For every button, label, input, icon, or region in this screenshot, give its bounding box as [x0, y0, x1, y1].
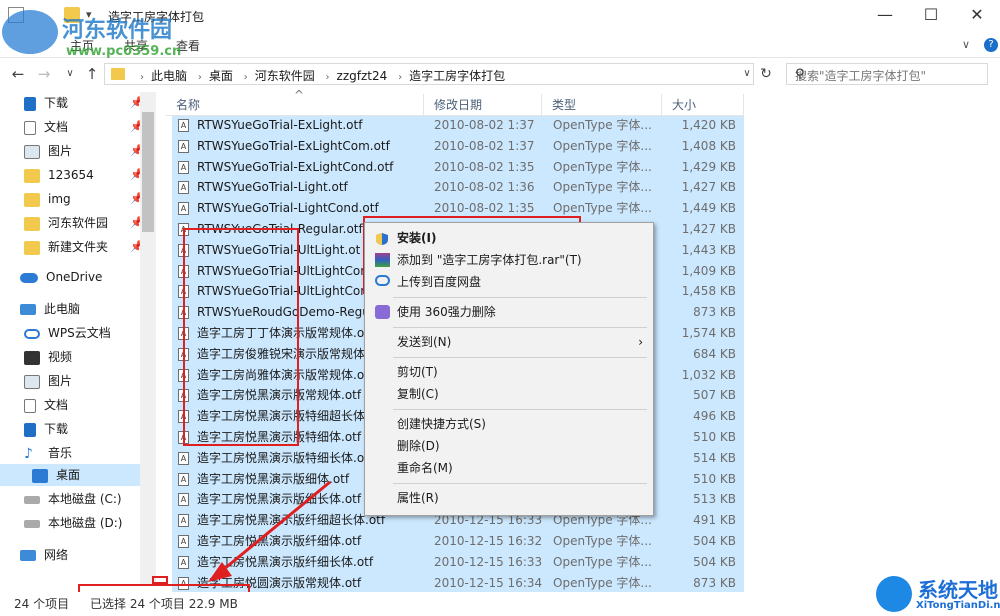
menu-create-shortcut[interactable]: 创建快捷方式(S) — [365, 413, 653, 435]
menu-properties[interactable]: 属性(R) — [365, 487, 653, 509]
menu-send-to[interactable]: 发送到(N) › — [365, 331, 653, 353]
brand-name: 系统天地 — [918, 578, 998, 602]
menu-upload-baidu[interactable]: 上传到百度网盘 — [365, 271, 653, 293]
menu-separator — [393, 483, 647, 484]
menu-add-rar[interactable]: 添加到 "造字工房字体打包.rar"(T) — [365, 249, 653, 271]
menu-separator — [393, 409, 647, 410]
archive-icon — [375, 253, 390, 267]
baidu-cloud-icon — [375, 275, 390, 286]
menu-cut[interactable]: 剪切(T) — [365, 361, 653, 383]
360-icon — [375, 305, 390, 319]
brand-url: XiTongTianDi.net — [916, 600, 1000, 611]
menu-separator — [393, 357, 647, 358]
status-selection: 已选择 24 个项目 22.9 MB — [90, 597, 238, 611]
menu-rename[interactable]: 重命名(M) — [365, 457, 653, 479]
menu-install[interactable]: 安装(I) — [365, 227, 653, 249]
menu-delete[interactable]: 删除(D) — [365, 435, 653, 457]
brand-watermark: 系统天地 XiTongTianDi.net — [870, 572, 1000, 616]
menu-separator — [393, 327, 647, 328]
menu-separator — [393, 297, 647, 298]
status-item-count: 24 个项目 — [14, 597, 70, 611]
chevron-right-icon: › — [638, 335, 643, 349]
menu-copy[interactable]: 复制(C) — [365, 383, 653, 405]
status-bar: 24 个项目 已选择 24 个项目 22.9 MB — [0, 592, 1000, 616]
brand-logo-icon — [876, 576, 912, 612]
shield-icon — [375, 231, 390, 245]
menu-delete-360[interactable]: 使用 360强力删除 — [365, 301, 653, 323]
context-menu: 安装(I) 添加到 "造字工房字体打包.rar"(T) 上传到百度网盘 使用 3… — [364, 222, 654, 516]
